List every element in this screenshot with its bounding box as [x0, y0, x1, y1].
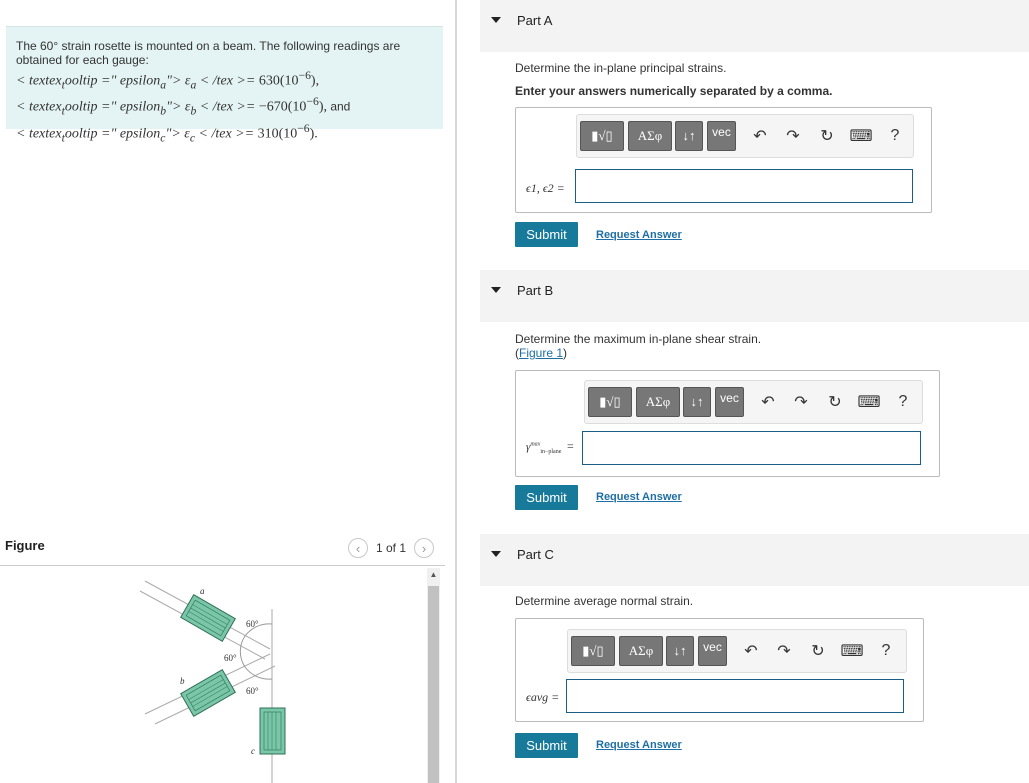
undo-icon[interactable]: ↶: [758, 392, 778, 412]
chevron-left-icon: ‹: [355, 540, 361, 556]
angle-arc-2: [239, 635, 246, 668]
redo-icon[interactable]: ↷: [783, 126, 803, 146]
part-a-question: Determine the in-plane principal strains…: [515, 61, 727, 75]
label-a: a: [200, 586, 205, 596]
part-a-submit-button[interactable]: Submit: [515, 222, 578, 247]
undo-icon[interactable]: ↶: [750, 126, 770, 146]
redo-icon[interactable]: ↷: [791, 392, 811, 412]
part-a-request-answer-link[interactable]: Request Answer: [596, 229, 682, 241]
part-c-header[interactable]: Part C: [480, 534, 1029, 586]
angle-label-2: 60°: [224, 653, 237, 663]
collapse-icon: [491, 287, 501, 293]
part-a-header[interactable]: Part A: [480, 0, 1029, 52]
reading-b: < textextooltip =" epsilonb"> εb < /tex …: [16, 95, 351, 118]
part-b-question: Determine the maximum in-plane shear str…: [515, 332, 762, 346]
vector-button[interactable]: vec: [707, 121, 736, 151]
part-c-request-answer-link[interactable]: Request Answer: [596, 739, 682, 751]
gauge-b: [180, 669, 236, 717]
part-b-label: γmaxin−plane: [526, 441, 562, 456]
part-c-question: Determine average normal strain.: [515, 594, 694, 608]
problem-intro: The 60° strain rosette is mounted on a b…: [16, 39, 401, 67]
figure-scrollbar[interactable]: ▲: [427, 568, 440, 783]
greek-symbols-button[interactable]: ΑΣφ: [628, 121, 672, 151]
gauge-c: [259, 707, 286, 755]
greek-symbols-button[interactable]: ΑΣφ: [619, 636, 663, 666]
subscript-superscript-button[interactable]: ↓↑: [683, 387, 711, 417]
part-b-equals: =: [567, 439, 574, 453]
part-c-input[interactable]: [566, 679, 904, 713]
undo-icon[interactable]: ↶: [741, 641, 761, 661]
keyboard-icon[interactable]: ⌨: [840, 641, 863, 661]
right-pane: Part A Determine the in-plane principal …: [480, 0, 1029, 783]
part-a-instruction: Enter your answers numerically separated…: [515, 84, 833, 98]
figure-title: Figure: [5, 538, 45, 553]
problem-statement: The 60° strain rosette is mounted on a b…: [6, 26, 443, 144]
collapse-icon: [491, 17, 501, 23]
part-b-input[interactable]: [582, 431, 921, 465]
templates-button[interactable]: ▮√▯: [580, 121, 624, 151]
help-icon[interactable]: ?: [876, 641, 896, 661]
part-c-submit-button[interactable]: Submit: [515, 733, 578, 758]
math-toolbar: ▮√▯ ΑΣφ ↓↑ vec ↶ ↷ ↻ ⌨ ?: [584, 380, 923, 424]
figure-1-link[interactable]: Figure 1: [519, 346, 563, 360]
reading-c: < textextooltip =" epsilonc"> εc < /tex …: [16, 121, 318, 145]
reading-a: < textextooltip =" epsilona"> εa < /tex …: [16, 69, 320, 92]
part-a-answer-box: ▮√▯ ΑΣφ ↓↑ vec ↶ ↷ ↻ ⌨ ? ϵ1, ϵ2 =: [515, 107, 932, 213]
subscript-superscript-button[interactable]: ↓↑: [666, 636, 694, 666]
part-c-label: ϵavg =: [526, 690, 560, 704]
templates-button[interactable]: ▮√▯: [571, 636, 615, 666]
part-c-title: Part C: [517, 547, 554, 562]
scroll-thumb[interactable]: [428, 586, 439, 783]
reset-icon[interactable]: ↻: [825, 392, 845, 412]
keyboard-icon[interactable]: ⌨: [857, 392, 880, 412]
label-c: c: [251, 746, 255, 756]
pane-divider[interactable]: [455, 0, 457, 783]
subscript-superscript-button[interactable]: ↓↑: [675, 121, 703, 151]
greek-symbols-button[interactable]: ΑΣφ: [636, 387, 680, 417]
prev-figure-button[interactable]: ‹: [348, 538, 368, 558]
redo-icon[interactable]: ↷: [774, 641, 794, 661]
part-b-title: Part B: [517, 283, 554, 298]
scroll-up-icon[interactable]: ▲: [427, 570, 440, 582]
part-b-request-answer-link[interactable]: Request Answer: [596, 491, 682, 503]
gauge-a: [180, 594, 236, 642]
left-pane: The 60° strain rosette is mounted on a b…: [0, 0, 455, 783]
next-figure-button[interactable]: ›: [414, 538, 435, 558]
angle-label-3: 60°: [246, 686, 259, 696]
part-c-answer-box: ▮√▯ ΑΣφ ↓↑ vec ↶ ↷ ↻ ⌨ ? ϵavg =: [515, 618, 924, 722]
angle-arc-3: [244, 666, 273, 680]
part-a-label: ϵ1, ϵ2 =: [526, 181, 565, 195]
reset-icon[interactable]: ↻: [817, 126, 837, 146]
keyboard-icon[interactable]: ⌨: [849, 126, 872, 146]
math-toolbar: ▮√▯ ΑΣφ ↓↑ vec ↶ ↷ ↻ ⌨ ?: [576, 114, 914, 158]
figure-counter: 1 of 1: [376, 541, 407, 555]
chevron-right-icon: ›: [421, 540, 427, 556]
reset-icon[interactable]: ↻: [808, 641, 828, 661]
vector-button[interactable]: vec: [698, 636, 727, 666]
help-icon[interactable]: ?: [885, 126, 905, 146]
help-icon[interactable]: ?: [893, 392, 913, 412]
vector-button[interactable]: vec: [715, 387, 744, 417]
math-toolbar: ▮√▯ ΑΣφ ↓↑ vec ↶ ↷ ↻ ⌨ ?: [567, 629, 907, 673]
figure-nav: ‹ 1 of 1 ›: [348, 538, 435, 558]
part-a-input[interactable]: [575, 169, 913, 203]
collapse-icon: [491, 551, 501, 557]
part-b-figure-ref: (Figure 1): [515, 346, 568, 360]
part-b-header[interactable]: Part B: [480, 270, 1029, 322]
figure-header: Figure ‹ 1 of 1 ›: [0, 536, 445, 566]
templates-button[interactable]: ▮√▯: [588, 387, 632, 417]
strain-rosette-figure: a b c 60° 60° 60°: [60, 574, 360, 783]
part-b-submit-button[interactable]: Submit: [515, 485, 578, 510]
angle-label-1: 60°: [246, 619, 259, 629]
part-a-title: Part A: [517, 13, 553, 28]
part-b-answer-box: ▮√▯ ΑΣφ ↓↑ vec ↶ ↷ ↻ ⌨ ? γmaxin−plane =: [515, 370, 940, 477]
rosette-diagram: a b c 60° 60° 60°: [139, 580, 286, 783]
label-b: b: [180, 676, 185, 686]
